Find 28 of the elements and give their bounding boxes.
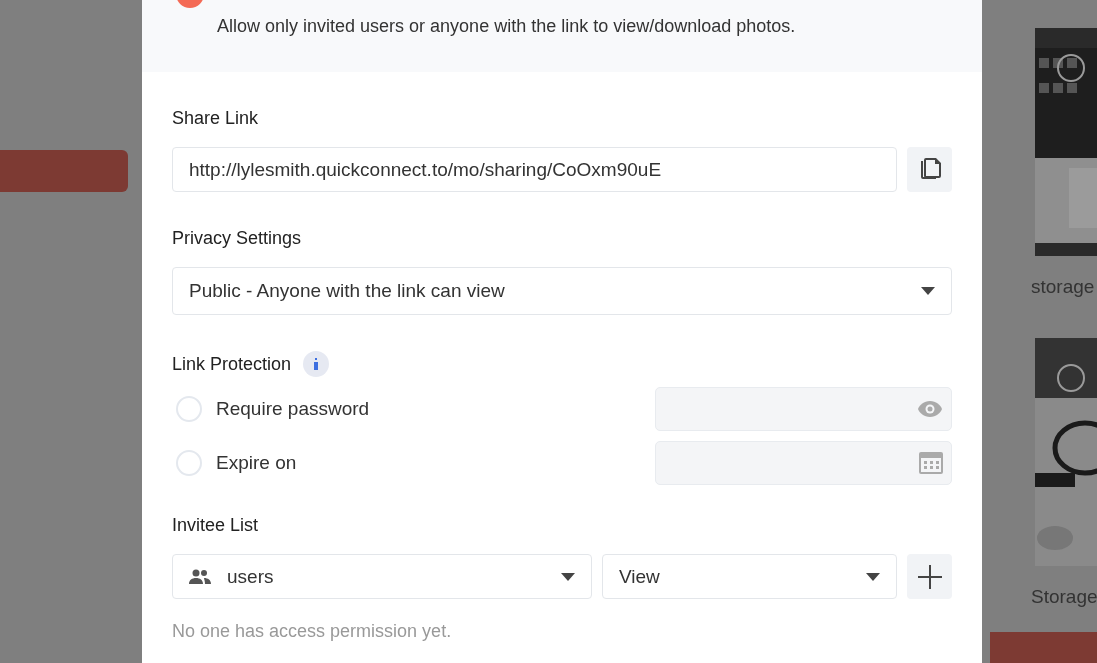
eye-icon	[917, 400, 943, 418]
option-checkbox[interactable]	[176, 396, 202, 422]
privacy-select[interactable]: Public - Anyone with the link can view	[172, 267, 952, 315]
empty-message: No one has access permission yet.	[172, 621, 453, 642]
password-field[interactable]	[655, 387, 952, 431]
thumbnail-caption: storage	[1031, 276, 1096, 299]
link-field[interactable]: http://lylesmith.quickconnect.to/mo/sharing/CoOxm90uE	[172, 147, 897, 192]
date-field[interactable]	[655, 441, 952, 485]
caret-icon	[921, 287, 935, 295]
group-select[interactable]: users	[172, 554, 592, 599]
option-label: Require password	[216, 398, 371, 420]
plus-icon	[917, 564, 942, 589]
section-label: Share Link	[172, 108, 259, 129]
section-label: Privacy Settings	[172, 228, 302, 249]
section-label: Invitee List	[172, 515, 259, 536]
caret-icon	[561, 572, 575, 581]
calendar-icon	[919, 452, 943, 474]
thumbnail-caption: Storage	[1031, 586, 1097, 609]
option-label: Expire on	[216, 452, 298, 474]
caret-icon	[866, 572, 880, 581]
section-label: Link Protection	[172, 353, 292, 375]
permission-select[interactable]: View	[602, 554, 897, 599]
copy-button[interactable]	[907, 147, 952, 192]
info-icon[interactable]	[303, 351, 330, 377]
users-icon	[189, 568, 211, 585]
add-button[interactable]	[907, 554, 952, 599]
option-checkbox[interactable]	[176, 450, 202, 476]
share-description: Allow only invited users or anyone with the link to view/download photos.	[217, 15, 797, 37]
